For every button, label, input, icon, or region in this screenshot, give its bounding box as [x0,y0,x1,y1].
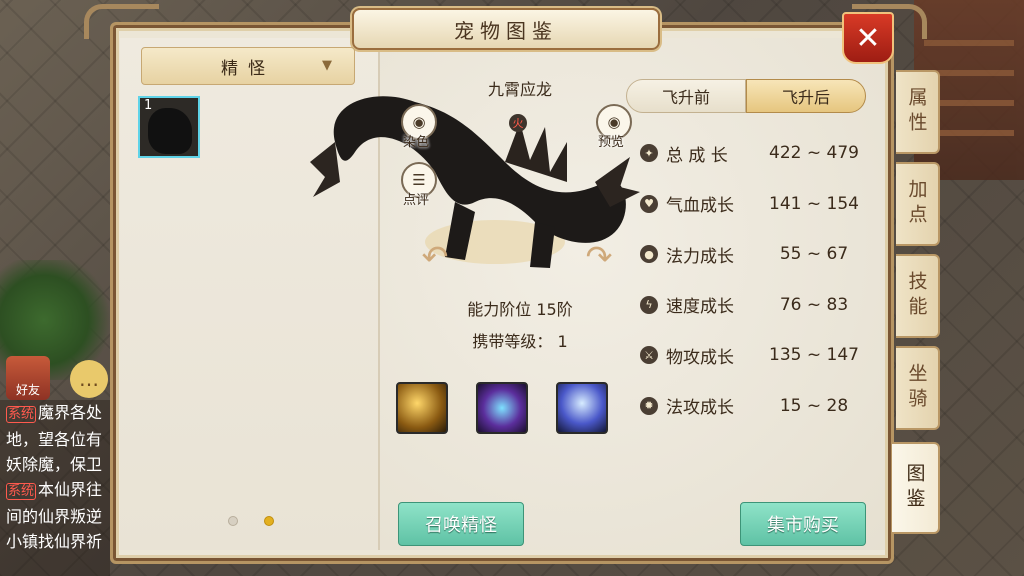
chat-line: 小镇找仙界祈 [6,532,103,551]
chat-panel[interactable]: 系统 魔界各处 地，望各位有 妖除魔，保卫 系统 本仙界往 间的仙界叛逆 小镇找仙界… [0,400,110,576]
chat-line: 系统 本仙界往 [6,480,103,500]
growth-stats: ✦ 总 成 长 422 ~ 479 ♥ 气血成长 141 ~ 154 ● 法力成… [636,128,876,431]
window-title: 宠物图鉴 [352,8,660,50]
close-icon: ✕ [855,20,881,56]
friends-button[interactable]: 好友 [6,356,50,400]
ascension-toggle: 飞升前 飞升后 [626,79,866,113]
dye-label: 染色 [403,135,430,150]
physical-attack-icon: ⚔ [640,346,658,365]
stat-row: ♥ 气血成长 141 ~ 154 [636,179,876,230]
chat-line: 妖除魔，保卫 [6,455,103,474]
tab-after-ascension[interactable]: 飞升后 [746,79,866,113]
stat-name: 总 成 长 [666,145,728,166]
page-indicator [228,516,274,526]
fire-element-icon: 火 [509,114,527,132]
pet-silhouette-icon [148,108,192,154]
stat-name: 物攻成长 [666,347,734,368]
stat-value: 76 ~ 83 [779,294,849,315]
magic-attack-icon: ✹ [640,396,658,415]
eye-icon: ◉ [607,113,621,131]
stat-row: ✦ 总 成 长 422 ~ 479 [636,128,876,179]
stat-name: 法力成长 [666,246,734,267]
tab-add-points[interactable]: 加点 [896,162,940,246]
pet-slot-index: 1 [144,98,153,113]
carry-level: 携带等级： 1 [472,332,568,351]
category-dropdown[interactable]: 精怪 ▼ [141,47,355,85]
eye-icon: ◉ [412,113,426,131]
tab-skills[interactable]: 技能 [896,254,940,338]
stat-row: ⚔ 物攻成长 135 ~ 147 [636,330,876,381]
stat-value: 141 ~ 154 [769,193,859,214]
stat-value: 55 ~ 67 [779,244,849,265]
chevron-down-icon: ▼ [322,58,332,73]
close-button[interactable]: ✕ [842,12,894,64]
chat-line: 系统 魔界各处 [6,403,103,423]
stat-row: ϟ 速度成长 76 ~ 83 [636,280,876,331]
stat-value: 135 ~ 147 [769,345,859,366]
tab-before-ascension[interactable]: 飞升前 [626,79,746,113]
chat-line: 间的仙界叛逆 [6,507,103,526]
stat-row: ● 法力成长 55 ~ 67 [636,229,876,280]
frame-ornament-left [84,4,159,39]
category-selected: 精怪 [221,58,275,79]
market-buy-button[interactable]: 集市购买 [740,502,866,546]
comment-label: 点评 [403,193,430,208]
stat-row: ✹ 法攻成长 15 ~ 28 [636,381,876,432]
ability-rank: 能力阶位 15阶 [467,300,573,319]
stat-value: 15 ~ 28 [779,395,849,416]
rotate-left-icon[interactable]: ↶ [420,241,450,273]
stat-name: 速度成长 [666,297,734,318]
pet-slot[interactable]: 1 [138,96,200,158]
growth-icon: ✦ [640,144,658,163]
stat-name: 气血成长 [666,196,734,217]
tab-mount[interactable]: 坐骑 [896,346,940,430]
preview-label: 预览 [598,135,625,150]
skill-icon-2[interactable] [476,382,528,434]
skill-icon-1[interactable] [396,382,448,434]
stat-name: 法攻成长 [666,398,734,419]
summon-button[interactable]: 召唤精怪 [398,502,524,546]
tab-attributes[interactable]: 属性 [896,70,940,154]
friends-label: 好友 [15,383,40,397]
speed-icon: ϟ [640,295,658,314]
chat-bubble-icon[interactable]: … [70,360,108,398]
stat-value: 422 ~ 479 [769,143,859,164]
page-dot-active[interactable] [264,516,274,526]
mana-icon: ● [640,245,658,264]
comment-icon: ☰ [412,171,426,189]
tab-codex[interactable]: 图鉴 [892,442,940,534]
rotate-right-icon[interactable]: ↷ [584,241,614,273]
chat-line: 地，望各位有 [6,430,103,449]
hp-icon: ♥ [640,194,658,213]
page-dot[interactable] [228,516,238,526]
skill-icon-3[interactable] [556,382,608,434]
